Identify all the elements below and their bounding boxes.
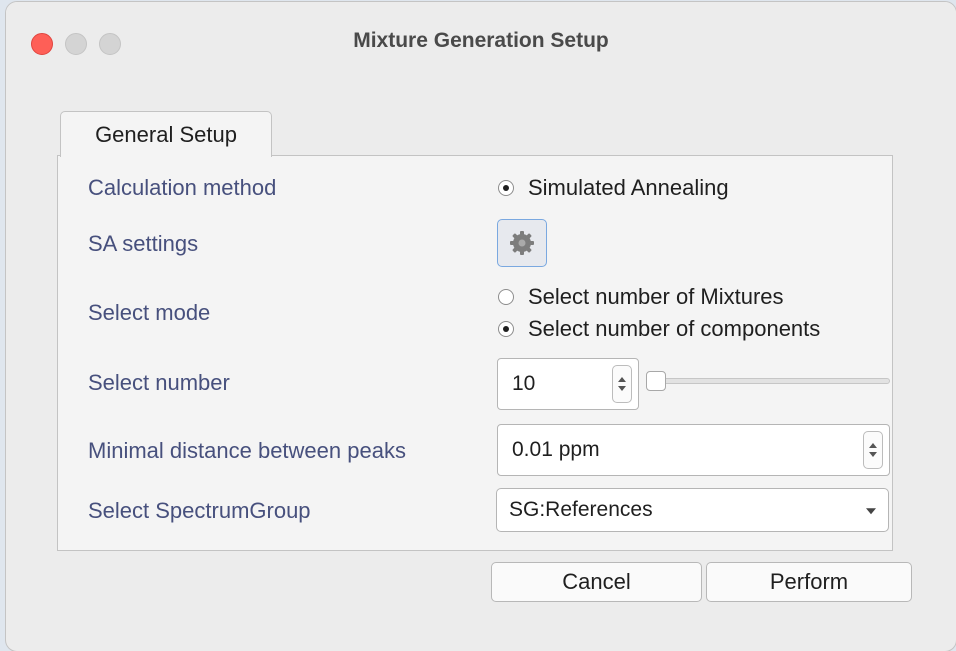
dropdown-value: SG:References (509, 498, 653, 521)
title-bar: Mixture Generation Setup (6, 2, 956, 80)
gear-icon (510, 231, 534, 255)
calculation-method-label: Calculation method (88, 175, 277, 200)
spectrum-group-dropdown[interactable]: SG:References (496, 488, 889, 532)
radio-simulated-annealing[interactable]: Simulated Annealing (498, 175, 729, 201)
arrow-down-icon[interactable] (618, 386, 626, 391)
chevron-down-icon (866, 508, 876, 515)
spinbox-stepper[interactable] (612, 365, 632, 403)
select-number-slider-track[interactable] (648, 378, 890, 384)
min-distance-spinbox[interactable]: 0.01 ppm (497, 424, 890, 476)
window-title: Mixture Generation Setup (353, 29, 609, 52)
radio-label: Select number of components (528, 316, 821, 341)
cancel-button[interactable]: Cancel (491, 562, 702, 602)
radio-label: Simulated Annealing (528, 175, 729, 200)
select-mode-label: Select mode (88, 300, 211, 325)
spectrum-group-label: Select SpectrumGroup (88, 498, 311, 523)
radio-button[interactable] (498, 321, 514, 337)
spinbox-value: 10 (512, 372, 536, 395)
radio-button[interactable] (498, 180, 514, 196)
sa-settings-button[interactable] (497, 219, 547, 267)
sa-settings-label: SA settings (88, 231, 199, 256)
radio-select-number-of-mixtures[interactable]: Select number of Mixtures (498, 284, 784, 310)
select-number-slider-thumb[interactable] (646, 371, 666, 391)
arrow-up-icon[interactable] (618, 377, 626, 382)
arrow-up-icon[interactable] (869, 443, 877, 448)
spinbox-value: 0.01 ppm (512, 438, 600, 461)
arrow-down-icon[interactable] (869, 452, 877, 457)
perform-button[interactable]: Perform (706, 562, 912, 602)
radio-select-number-of-components[interactable]: Select number of components (498, 316, 820, 342)
tab-general-setup[interactable]: General Setup (60, 111, 272, 157)
spinbox-stepper[interactable] (863, 431, 883, 469)
radio-button[interactable] (498, 289, 514, 305)
select-number-label: Select number (88, 370, 230, 395)
radio-label: Select number of Mixtures (528, 284, 784, 309)
min-distance-label: Minimal distance between peaks (88, 438, 406, 463)
select-number-spinbox[interactable]: 10 (497, 358, 639, 410)
